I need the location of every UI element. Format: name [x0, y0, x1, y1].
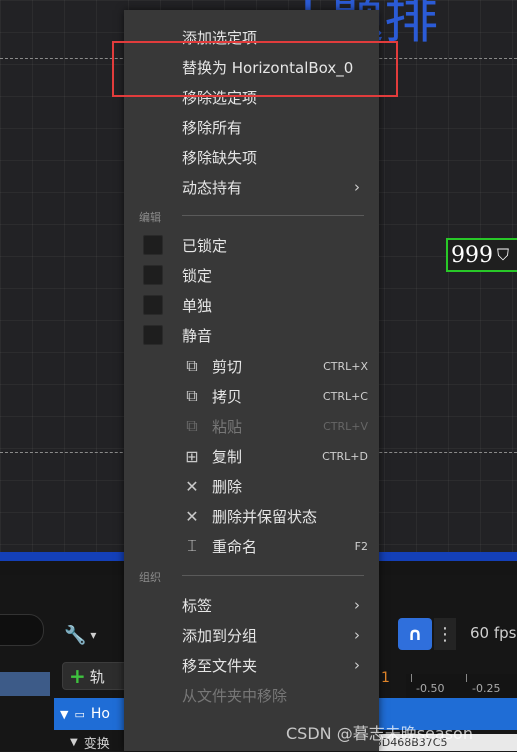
menu-item-rename[interactable]: ⌶ 重命名 F2: [124, 531, 379, 561]
menu-item-label: 剪切: [212, 357, 243, 376]
menu-item-mute[interactable]: 静音: [124, 320, 379, 350]
menu-item-paste: ⧉ 粘贴 CTRL+V: [124, 411, 379, 441]
menu-item-add-to-group[interactable]: 添加到分组 ›: [124, 620, 379, 650]
menu-item-label: 重命名: [212, 537, 258, 556]
checkbox[interactable]: [143, 295, 163, 315]
menu-item-label: 移除所有: [182, 118, 243, 137]
counter-value: 999: [451, 242, 493, 268]
menu-item-duplicate[interactable]: ⊞ 复制 CTRL+D: [124, 441, 379, 471]
menu-item-delete[interactable]: ✕ 删除: [124, 471, 379, 501]
track-child-label: 变换: [83, 737, 110, 752]
menu-item-locked[interactable]: 已锁定: [124, 230, 379, 260]
shortcut-label: CTRL+C: [322, 389, 368, 403]
menu-item-dynamic-possession[interactable]: 动态持有 ›: [124, 172, 379, 202]
cut-icon: ⧉: [186, 356, 198, 375]
fps-dropdown[interactable]: 60 fps: [470, 624, 516, 642]
menu-item-copy[interactable]: ⧉ 拷贝 CTRL+C: [124, 381, 379, 411]
section-label-edit: 编辑: [139, 211, 161, 224]
menu-item-label: 拷贝: [212, 387, 243, 406]
section-divider: [182, 575, 364, 576]
chevron-right-icon: ›: [354, 178, 360, 196]
shortcut-label: F2: [354, 539, 368, 553]
expand-arrow-icon: ▼: [70, 737, 78, 748]
snap-magnet-button[interactable]: ∩: [398, 618, 432, 650]
menu-item-cut[interactable]: ⧉ 剪切 CTRL+X: [124, 351, 379, 381]
menu-item-move-to-folder[interactable]: 移至文件夹 ›: [124, 650, 379, 680]
tools-button[interactable]: 🔧 ▾: [64, 620, 112, 650]
menu-item-label: 单独: [182, 296, 213, 315]
add-track-label: 轨: [89, 667, 105, 686]
left-list-row[interactable]: [0, 672, 50, 696]
more-vertical-icon: ⋮: [436, 623, 454, 645]
rename-icon: ⌶: [187, 536, 197, 555]
watermark-text: CSDN @暮志未晚season: [286, 724, 473, 743]
shield-icon: ⛉: [497, 245, 510, 264]
menu-item-label: 复制: [212, 447, 243, 466]
add-track-button[interactable]: + 轨: [62, 662, 132, 690]
wrench-icon: 🔧: [64, 624, 87, 646]
menu-item-label: 锁定: [182, 266, 213, 285]
menu-item-label: 删除并保留状态: [212, 507, 318, 526]
search-input[interactable]: [0, 614, 44, 646]
checkbox[interactable]: [143, 325, 163, 345]
menu-item-remove-from-folder: 从文件夹中移除: [124, 680, 379, 710]
shortcut-label: CTRL+V: [323, 419, 368, 433]
ruler-tick-label: -0.50: [416, 682, 445, 695]
snap-options-button[interactable]: ⋮: [434, 618, 456, 650]
counter-widget[interactable]: 999 ⛉: [446, 238, 517, 272]
ruler-tick-label: -0.25: [472, 682, 501, 695]
chevron-right-icon: ›: [354, 656, 360, 674]
copy-icon: ⧉: [186, 386, 198, 405]
section-divider: [182, 215, 364, 216]
track-row-label: Ho: [90, 706, 110, 722]
menu-item-label: 动态持有: [182, 178, 243, 197]
ruler-tick: [411, 674, 412, 682]
menu-item-label: 标签: [182, 596, 213, 615]
checkbox[interactable]: [143, 235, 163, 255]
timeline-ruler[interactable]: -0.50 -0.25: [406, 674, 517, 699]
menu-item-label: 从文件夹中移除: [182, 686, 288, 705]
widget-icon: ▭: [74, 707, 85, 721]
section-label-organize: 组织: [139, 571, 161, 584]
menu-item-label: 删除: [212, 477, 243, 496]
menu-item-lock[interactable]: 锁定: [124, 260, 379, 290]
menu-item-label: 粘贴: [212, 417, 243, 436]
context-menu: 添加选定项 替换为 HorizontalBox_0 移除选定项 移除所有 移除缺…: [124, 10, 379, 751]
menu-item-tags[interactable]: 标签 ›: [124, 590, 379, 620]
menu-item-label: 已锁定: [182, 236, 228, 255]
frame-marker: 1: [381, 670, 390, 686]
paste-icon: ⧉: [186, 416, 198, 435]
chevron-right-icon: ›: [354, 626, 360, 644]
expand-arrow-icon: ▼: [60, 707, 69, 721]
shortcut-label: CTRL+D: [322, 449, 368, 463]
menu-item-delete-keep-state[interactable]: ✕ 删除并保留状态: [124, 501, 379, 531]
menu-item-label: 添加到分组: [182, 626, 258, 645]
annotation-highlight-box: [112, 41, 398, 97]
plus-icon: +: [69, 664, 86, 688]
menu-item-solo[interactable]: 单独: [124, 290, 379, 320]
shortcut-label: CTRL+X: [323, 359, 368, 373]
checkbox[interactable]: [143, 265, 163, 285]
chevron-right-icon: ›: [354, 596, 360, 614]
magnet-icon: ∩: [407, 623, 423, 645]
menu-item-remove-all[interactable]: 移除所有: [124, 112, 379, 142]
menu-item-label: 移除缺失项: [182, 148, 258, 167]
chevron-down-icon: ▾: [90, 628, 97, 642]
track-row-horizontalbox[interactable]: ▼ ▭ Ho: [54, 698, 134, 730]
ruler-tick: [466, 674, 467, 682]
delete-icon: ✕: [185, 476, 199, 496]
duplicate-icon: ⊞: [185, 446, 199, 466]
menu-item-label: 静音: [182, 326, 213, 345]
menu-item-remove-missing[interactable]: 移除缺失项: [124, 142, 379, 172]
delete-keep-state-icon: ✕: [185, 506, 199, 526]
menu-item-label: 移至文件夹: [182, 656, 258, 675]
